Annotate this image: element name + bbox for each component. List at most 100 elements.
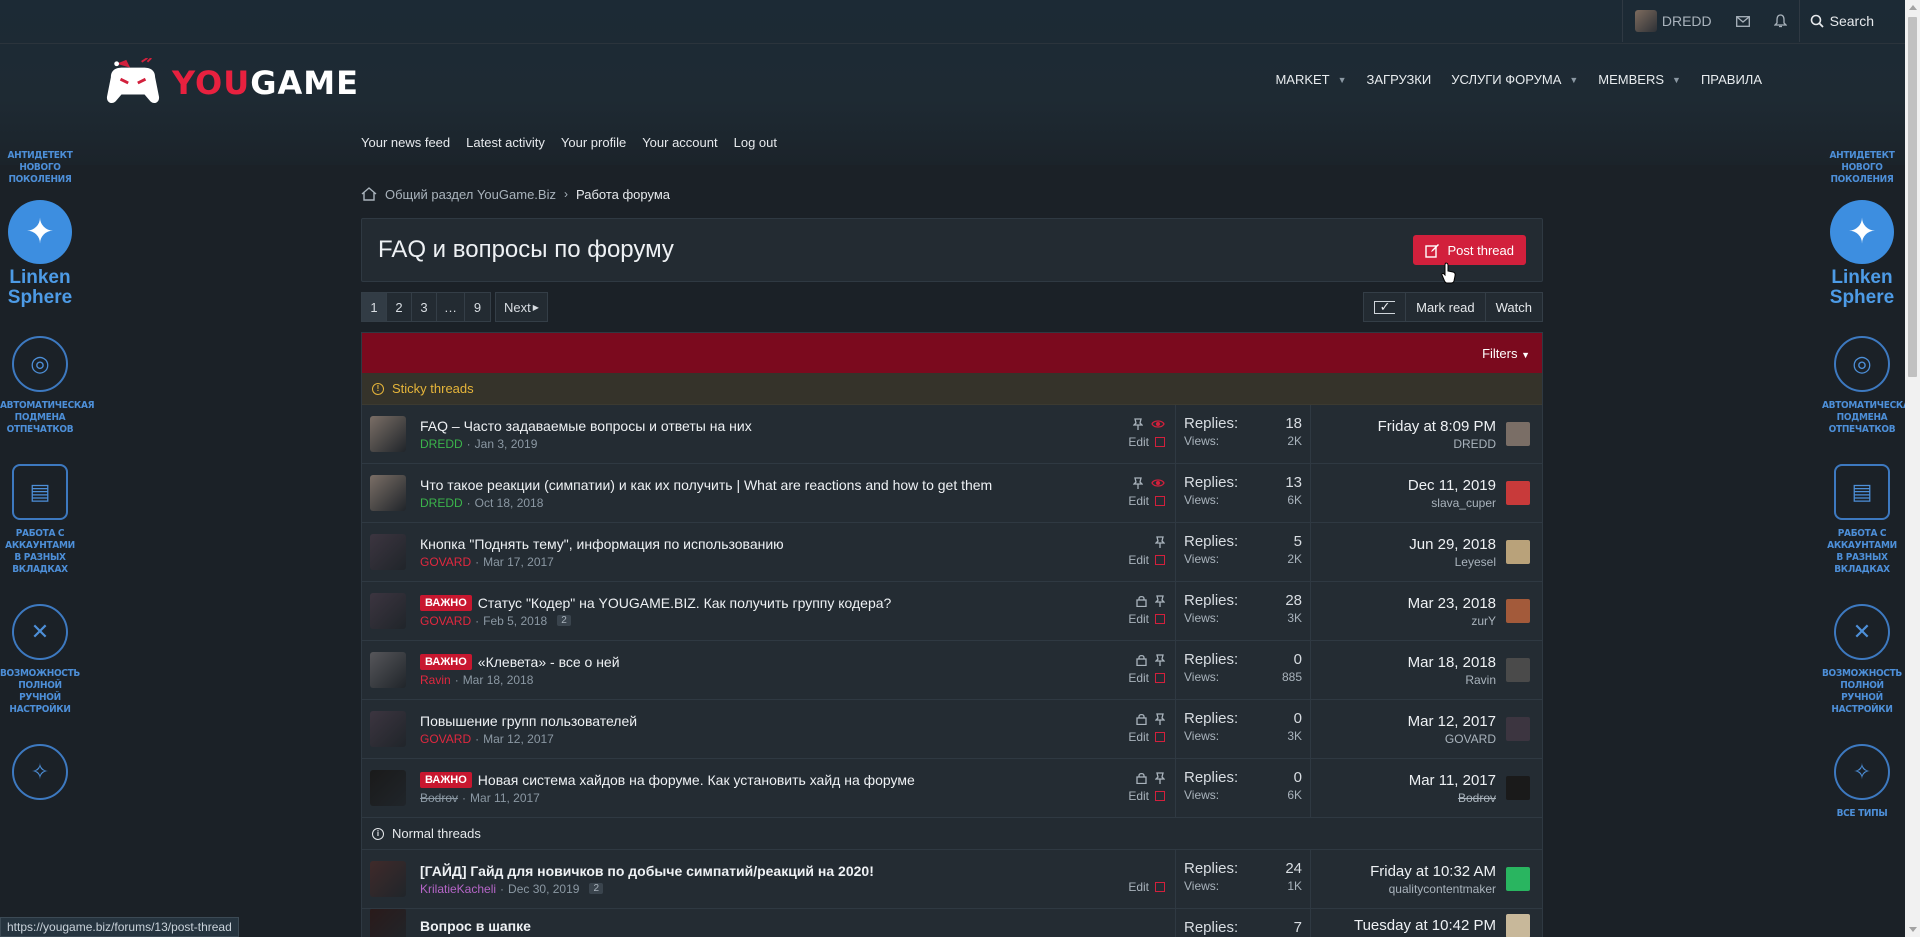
page-scrollbar[interactable]	[1905, 0, 1920, 937]
last-poster-avatar[interactable]	[1506, 776, 1530, 800]
thread-title[interactable]: [ГАЙД] Гайд для новичков по добыче симпа…	[420, 863, 874, 879]
thread-date[interactable]: Dec 30, 2019	[508, 882, 579, 896]
thread-title[interactable]: Статус "Кодер" на YOUGAME.BIZ. Как получ…	[478, 595, 892, 611]
thread-author[interactable]: GOVARD	[420, 614, 471, 628]
right-ad-banner[interactable]: АНТИДЕТЕКТ НОВОГО ПОКОЛЕНИЯ ✦ Linken Sph…	[1822, 150, 1917, 937]
select-checkbox[interactable]	[1155, 882, 1165, 892]
page-ellipsis[interactable]: …	[437, 293, 465, 321]
thread-author[interactable]: KrilatieKacheli	[420, 882, 496, 896]
thread-title[interactable]: Что такое реакции (симпатии) и как их по…	[420, 477, 992, 493]
select-checkbox[interactable]	[1155, 673, 1165, 683]
last-poster-avatar[interactable]	[1506, 913, 1530, 937]
subnav-account[interactable]: Your account	[642, 135, 717, 150]
page-link[interactable]: 9	[465, 293, 490, 321]
last-poster-avatar[interactable]	[1506, 658, 1530, 682]
nav-forum-services[interactable]: УСЛУГИ ФОРУМА ▼	[1441, 72, 1588, 87]
page-link[interactable]: 2	[387, 293, 412, 321]
last-post-user[interactable]: Leyesel	[1319, 555, 1496, 569]
last-post-date[interactable]: Mar 23, 2018	[1319, 595, 1496, 612]
filters-button[interactable]: Filters ▼	[1482, 346, 1530, 361]
last-poster-avatar[interactable]	[1506, 717, 1530, 741]
next-page-button[interactable]: Next ▶	[495, 292, 548, 322]
last-post-date[interactable]: Mar 18, 2018	[1319, 654, 1496, 671]
last-post-date[interactable]: Mar 12, 2017	[1319, 713, 1496, 730]
thread-page-count[interactable]: 2	[589, 883, 603, 894]
last-post-user[interactable]: GOVARD	[1319, 732, 1496, 746]
thread-title[interactable]: Повышение групп пользователей	[420, 713, 637, 729]
author-avatar[interactable]	[370, 861, 406, 897]
edit-link[interactable]: Edit	[1128, 612, 1149, 626]
page-link[interactable]: 3	[412, 293, 437, 321]
edit-link[interactable]: Edit	[1128, 553, 1149, 567]
inbox-icon[interactable]	[1724, 0, 1762, 42]
edit-link[interactable]: Edit	[1128, 494, 1149, 508]
home-icon[interactable]	[361, 187, 377, 201]
breadcrumb-item[interactable]: Работа форума	[576, 187, 670, 202]
thread-author[interactable]: GOVARD	[420, 555, 471, 569]
thread-author[interactable]: Bodrov	[420, 791, 458, 805]
last-poster-avatar[interactable]	[1506, 422, 1530, 446]
author-avatar[interactable]	[370, 593, 406, 629]
thread-page-count[interactable]: 2	[557, 615, 571, 626]
select-checkbox[interactable]	[1155, 732, 1165, 742]
author-avatar[interactable]	[370, 711, 406, 747]
subnav-profile[interactable]: Your profile	[561, 135, 626, 150]
select-checkbox[interactable]	[1155, 496, 1165, 506]
edit-link[interactable]: Edit	[1128, 435, 1149, 449]
author-avatar[interactable]	[370, 770, 406, 806]
last-post-date[interactable]: Jun 29, 2018	[1319, 536, 1496, 553]
author-avatar[interactable]	[370, 475, 406, 511]
thread-date[interactable]: Jan 3, 2019	[475, 437, 538, 451]
nav-rules[interactable]: ПРАВИЛА	[1691, 72, 1772, 87]
nav-downloads[interactable]: ЗАГРУЗКИ	[1357, 72, 1442, 87]
select-checkbox[interactable]	[1155, 437, 1165, 447]
scrollbar-thumb[interactable]	[1908, 17, 1917, 377]
select-checkbox[interactable]	[1155, 614, 1165, 624]
thread-title[interactable]: «Клевета» - все о ней	[478, 654, 620, 670]
last-post-date[interactable]: Friday at 10:32 AM	[1319, 863, 1496, 880]
last-post-user[interactable]: Bodrov	[1319, 791, 1496, 805]
author-avatar[interactable]	[370, 909, 406, 937]
last-poster-avatar[interactable]	[1506, 540, 1530, 564]
last-post-date[interactable]: Dec 11, 2019	[1319, 477, 1496, 494]
last-post-user[interactable]: qualitycontentmaker	[1319, 882, 1496, 896]
post-thread-button[interactable]: Post thread	[1412, 235, 1526, 265]
nav-members[interactable]: MEMBERS ▼	[1588, 72, 1691, 87]
user-menu[interactable]: DREDD	[1621, 0, 1724, 42]
author-avatar[interactable]	[370, 652, 406, 688]
last-post-date[interactable]: Friday at 8:09 PM	[1319, 418, 1496, 435]
page-link[interactable]: 1	[362, 293, 387, 321]
last-poster-avatar[interactable]	[1506, 599, 1530, 623]
edit-link[interactable]: Edit	[1128, 671, 1149, 685]
thread-author[interactable]: DREDD	[420, 437, 463, 451]
last-poster-avatar[interactable]	[1506, 481, 1530, 505]
thread-date[interactable]: Feb 5, 2018	[483, 614, 547, 628]
author-avatar[interactable]	[370, 416, 406, 452]
thread-title[interactable]: Вопрос в шапке	[420, 918, 531, 934]
last-post-user[interactable]: zurY	[1319, 614, 1496, 628]
author-avatar[interactable]	[370, 534, 406, 570]
last-post-date[interactable]: Tuesday at 10:42 PM	[1319, 917, 1496, 934]
thread-author[interactable]: Ravin	[420, 673, 451, 687]
select-checkbox[interactable]	[1155, 555, 1165, 565]
site-logo[interactable]: YOUGAME	[102, 58, 359, 108]
scroll-down-icon[interactable]	[1909, 927, 1917, 932]
last-post-user[interactable]: Ravin	[1319, 673, 1496, 687]
thread-date[interactable]: Mar 17, 2017	[483, 555, 554, 569]
thread-date[interactable]: Oct 18, 2018	[475, 496, 544, 510]
subnav-news-feed[interactable]: Your news feed	[361, 135, 450, 150]
last-post-date[interactable]: Mar 11, 2017	[1319, 772, 1496, 789]
thread-date[interactable]: Mar 11, 2017	[470, 791, 540, 805]
nav-market[interactable]: MARKET ▼	[1265, 72, 1356, 87]
left-ad-banner[interactable]: АНТИДЕТЕКТ НОВОГО ПОКОЛЕНИЯ ✦ Linken Sph…	[0, 150, 95, 937]
thread-author[interactable]: DREDD	[420, 496, 463, 510]
select-checkbox[interactable]	[1155, 791, 1165, 801]
search-button[interactable]: Search	[1798, 0, 1890, 42]
subnav-log-out[interactable]: Log out	[734, 135, 777, 150]
thread-title[interactable]: FAQ – Часто задаваемые вопросы и ответы …	[420, 418, 752, 434]
thread-title[interactable]: Кнопка "Поднять тему", информация по исп…	[420, 536, 784, 552]
thread-date[interactable]: Mar 18, 2018	[463, 673, 534, 687]
last-poster-avatar[interactable]	[1506, 867, 1530, 891]
thread-author[interactable]: GOVARD	[420, 732, 471, 746]
breadcrumb-item[interactable]: Общий раздел YouGame.Biz	[385, 187, 556, 202]
